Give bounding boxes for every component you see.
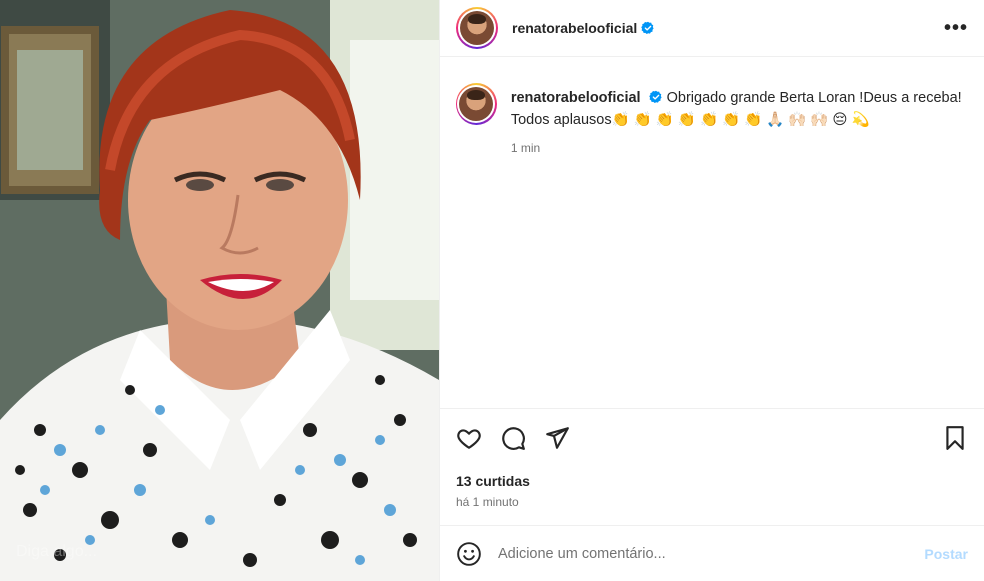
post-comment-button[interactable]: Postar xyxy=(924,546,968,562)
comment-input[interactable] xyxy=(498,545,925,562)
caption: renatorabelooficial Obrigado grande Bert… xyxy=(456,83,968,159)
likes-count[interactable]: 13 curtidas xyxy=(440,473,984,489)
media-overlay-text: Diga algo... xyxy=(16,543,97,560)
post-dialog: Diga algo... renatorabelooficial ••• ren… xyxy=(0,0,984,581)
avatar-image xyxy=(459,87,494,121)
verified-badge-icon xyxy=(641,21,655,35)
caption-avatar[interactable] xyxy=(456,83,497,125)
author-username[interactable]: renatorabelooficial xyxy=(512,20,637,36)
action-bar xyxy=(440,409,984,467)
emoji-icon[interactable] xyxy=(456,541,482,567)
comments-section: renatorabelooficial Obrigado grande Bert… xyxy=(440,57,984,409)
share-icon[interactable] xyxy=(544,425,570,451)
comment-icon[interactable] xyxy=(500,425,526,451)
more-options-icon[interactable]: ••• xyxy=(944,17,968,40)
author-avatar[interactable] xyxy=(456,7,498,49)
avatar-image xyxy=(460,11,494,45)
comment-composer: Postar xyxy=(440,525,984,581)
posted-time: há 1 minuto xyxy=(456,495,519,509)
heart-icon[interactable] xyxy=(456,425,482,451)
portrait-illustration xyxy=(0,0,439,581)
verified-badge-icon xyxy=(648,90,663,104)
post-header: renatorabelooficial ••• xyxy=(440,0,984,57)
caption-username[interactable]: renatorabelooficial xyxy=(511,90,641,106)
bookmark-icon[interactable] xyxy=(942,425,968,451)
post-panel: renatorabelooficial ••• renatorabeloofic… xyxy=(439,0,984,581)
caption-time[interactable]: 1 min xyxy=(511,137,968,159)
post-image[interactable]: Diga algo... xyxy=(0,0,439,581)
